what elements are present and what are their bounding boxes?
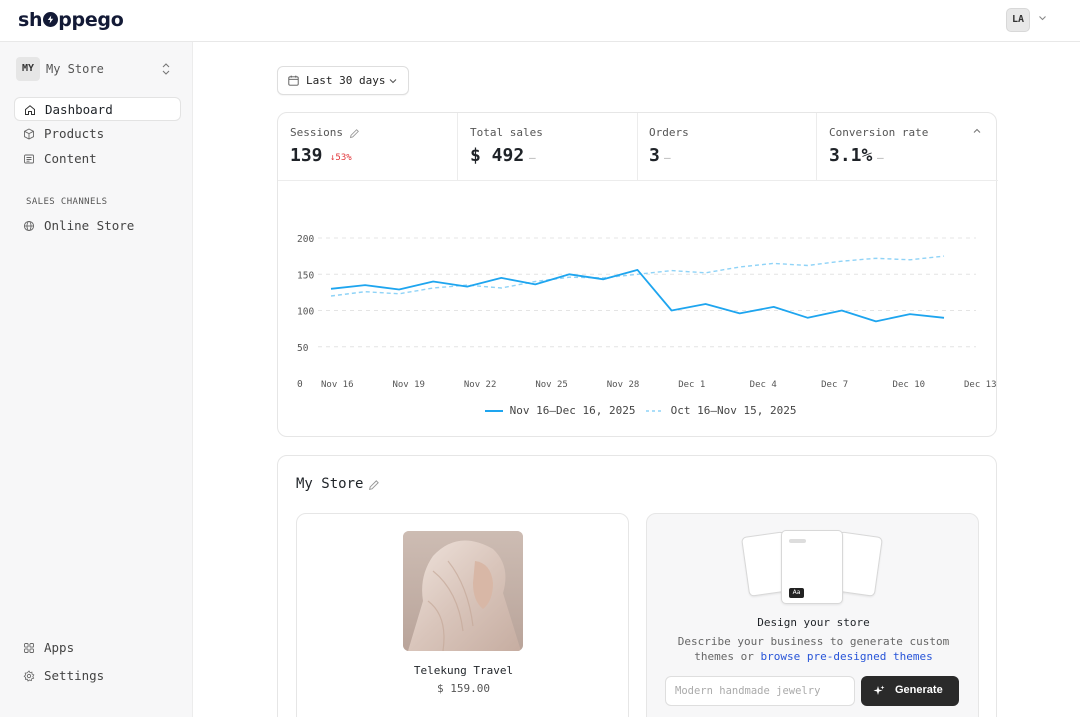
sidebar: MY My Store Dashboard Products Content S… — [0, 42, 193, 717]
metric-label: Conversion rate — [829, 126, 929, 139]
apps-icon — [24, 643, 34, 653]
aa-badge: Aa — [789, 588, 804, 598]
mock-line — [789, 539, 806, 543]
product-name: Telekung Travel — [413, 664, 514, 677]
sidebar-item-online-store[interactable]: Online Store — [14, 214, 181, 238]
x-tick-label: Nov 19 — [392, 380, 425, 390]
sidebar-item-products[interactable]: Products — [14, 122, 181, 146]
globe-icon — [23, 220, 35, 232]
top-bar: sh ppego LA — [0, 0, 1080, 42]
x-tick-label: Dec 10 — [893, 380, 926, 390]
x-tick-label: Dec 7 — [821, 380, 848, 390]
product-preview-panel[interactable]: Telekung Travel $ 159.00 — [296, 513, 629, 717]
design-store-panel: Aa Design your store Describe your busin… — [646, 513, 979, 717]
metric-conversion-rate[interactable]: Conversion rate 3.1% — — [817, 113, 998, 181]
sessions-line-chart: 0 50 100 150 200 Nov 16 Nov 19 Nov 22 Nov 25 Nov … — [297, 234, 996, 390]
y-tick-label: 50 — [297, 343, 309, 354]
box-icon — [24, 128, 34, 140]
metric-delta: — — [877, 151, 884, 164]
section-title-sales-channels: SALES CHANNELS — [26, 197, 108, 207]
home-icon — [25, 105, 35, 115]
x-tick-label: Dec 1 — [678, 380, 705, 390]
sidebar-item-content[interactable]: Content — [14, 147, 181, 171]
metric-value: 3.1% — [829, 145, 873, 166]
legend-label: Nov 16–Dec 16, 2025 — [509, 404, 636, 417]
my-store-card: My Store Telekung Travel $ 159.00 Aa Des… — [277, 455, 997, 717]
sidebar-item-label: Products — [44, 126, 105, 141]
generate-label: Generate — [895, 684, 943, 696]
design-desc-prefix: themes or — [694, 650, 761, 663]
store-switcher[interactable]: MY My Store — [16, 57, 176, 81]
sidebar-item-dashboard[interactable]: Dashboard — [14, 97, 181, 121]
metric-value: 3 — [649, 145, 660, 166]
legend-current: Nov 16–Dec 16, 2025 — [485, 404, 635, 417]
design-desc-line1: Describe your business to generate custo… — [677, 635, 950, 648]
metric-label: Orders — [649, 126, 689, 139]
calendar-icon — [288, 75, 299, 86]
metric-total-sales[interactable]: Total sales $ 492 — — [458, 113, 638, 181]
analytics-card: Sessions 139 ↓53% Total sales $ 492 — Or… — [277, 112, 998, 437]
legend-label: Oct 16–Nov 15, 2025 — [670, 404, 797, 417]
sidebar-item-settings[interactable]: Settings — [14, 664, 181, 688]
user-avatar[interactable]: LA — [1006, 8, 1030, 32]
generate-button[interactable]: Generate — [861, 676, 959, 706]
my-store-title: My Store — [296, 476, 364, 492]
legend-dashed-swatch — [646, 410, 664, 412]
pencil-icon[interactable] — [349, 128, 360, 139]
design-desc-line2: themes or browse pre-designed themes — [647, 649, 980, 664]
y-tick-label: 0 — [297, 379, 303, 390]
metric-delta: ↓53% — [330, 153, 352, 163]
x-tick-label: Nov 22 — [464, 380, 497, 390]
content-icon — [24, 154, 34, 164]
design-title: Design your store — [757, 616, 870, 629]
metric-delta: — — [529, 151, 536, 164]
shoppego-logo[interactable]: sh ppego — [18, 9, 124, 31]
y-tick-label: 150 — [297, 270, 314, 281]
product-price: $ 159.00 — [437, 682, 490, 695]
sidebar-item-label: Apps — [44, 640, 75, 655]
y-tick-label: 200 — [297, 234, 314, 245]
metric-delta: — — [664, 151, 671, 164]
sidebar-item-apps[interactable]: Apps — [14, 636, 181, 660]
chevron-down-icon — [389, 79, 397, 84]
legend-solid-swatch — [485, 410, 503, 412]
date-range-button[interactable]: Last 30 days — [277, 66, 409, 95]
y-tick-label: 100 — [297, 307, 314, 318]
metric-value: 139 — [290, 145, 323, 166]
sidebar-item-label: Online Store — [44, 218, 135, 233]
sidebar-item-label: Settings — [44, 668, 105, 683]
metric-label: Sessions — [290, 126, 343, 139]
metric-value: $ 492 — [470, 145, 525, 166]
metric-orders[interactable]: Orders 3 — — [637, 113, 817, 181]
x-tick-label: Dec 13 — [964, 380, 996, 390]
chevron-down-icon[interactable] — [1038, 15, 1047, 21]
product-image[interactable] — [403, 531, 523, 651]
x-tick-label: Nov 28 — [607, 380, 640, 390]
x-tick-label: Nov 25 — [535, 380, 568, 390]
pencil-icon[interactable] — [368, 479, 380, 491]
legend-previous: Oct 16–Nov 15, 2025 — [646, 404, 796, 417]
logo-bolt-icon — [42, 12, 58, 27]
design-description: Describe your business to generate custo… — [647, 634, 980, 664]
gear-icon — [23, 670, 35, 682]
store-avatar: MY — [16, 57, 40, 81]
theme-mock-center: Aa — [781, 530, 843, 604]
sidebar-item-label: Content — [44, 151, 97, 166]
browse-themes-link[interactable]: browse pre-designed themes — [761, 650, 933, 663]
chevron-updown-icon — [162, 63, 170, 75]
series-line-previous — [330, 255, 945, 297]
sparkle-icon — [873, 685, 885, 695]
metric-sessions[interactable]: Sessions 139 ↓53% — [278, 113, 458, 181]
x-tick-label: Nov 16 — [321, 380, 354, 390]
x-tick-label: Dec 4 — [750, 380, 777, 390]
store-name: My Store — [46, 62, 104, 76]
chevron-up-icon[interactable] — [973, 128, 981, 134]
theme-prompt-input[interactable] — [665, 676, 855, 706]
date-range-label: Last 30 days — [306, 74, 386, 87]
series-line-current — [330, 269, 945, 323]
sidebar-item-label: Dashboard — [45, 102, 113, 117]
metric-label: Total sales — [470, 126, 543, 139]
